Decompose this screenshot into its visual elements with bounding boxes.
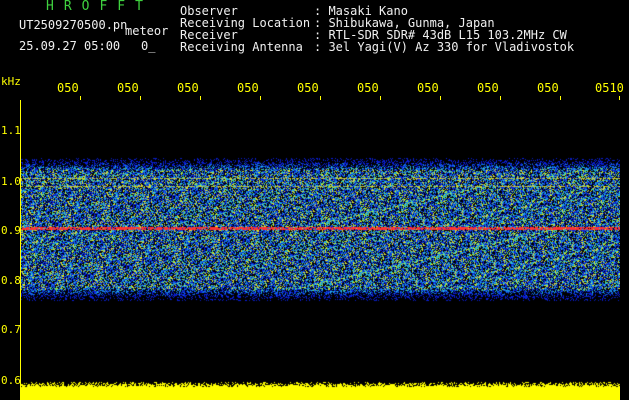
meteor-count: 0_ [141, 39, 156, 53]
x-tick-label: 050 [117, 81, 139, 95]
meteor-label: meteor [125, 24, 169, 38]
spectrogram-canvas [21, 100, 620, 400]
x-tick-label: 0510 [595, 81, 624, 95]
y-tick-label: 0.7 [1, 323, 21, 336]
app-brand: HROFFT [46, 0, 153, 14]
antenna-value: : 3el Yagi(V) Az 330 for Vladivostok [314, 40, 575, 54]
x-tick-label: 050 [357, 81, 379, 95]
y-tick-label: 0.9 [1, 224, 21, 237]
file-name: UT2509270500.pn [19, 18, 128, 32]
frequency-unit-label: kHz [1, 75, 21, 88]
x-tick-label: 050 [57, 81, 79, 95]
y-tick-label: 0.6 [1, 374, 21, 387]
y-tick-label: 1.1 [1, 124, 21, 137]
x-tick-label: 050 [237, 81, 259, 95]
x-tick-label: 050 [537, 81, 559, 95]
y-tick-label: 1.0 [1, 175, 21, 188]
x-tick-label: 050 [417, 81, 439, 95]
antenna-label: Receiving Antenna [180, 40, 303, 54]
y-tick-label: 0.8 [1, 274, 21, 287]
x-tick-label: 050 [477, 81, 499, 95]
x-tick-label: 050 [177, 81, 199, 95]
x-tick-label: 050 [297, 81, 319, 95]
capture-datetime: 25.09.27 05:00 [19, 39, 121, 53]
